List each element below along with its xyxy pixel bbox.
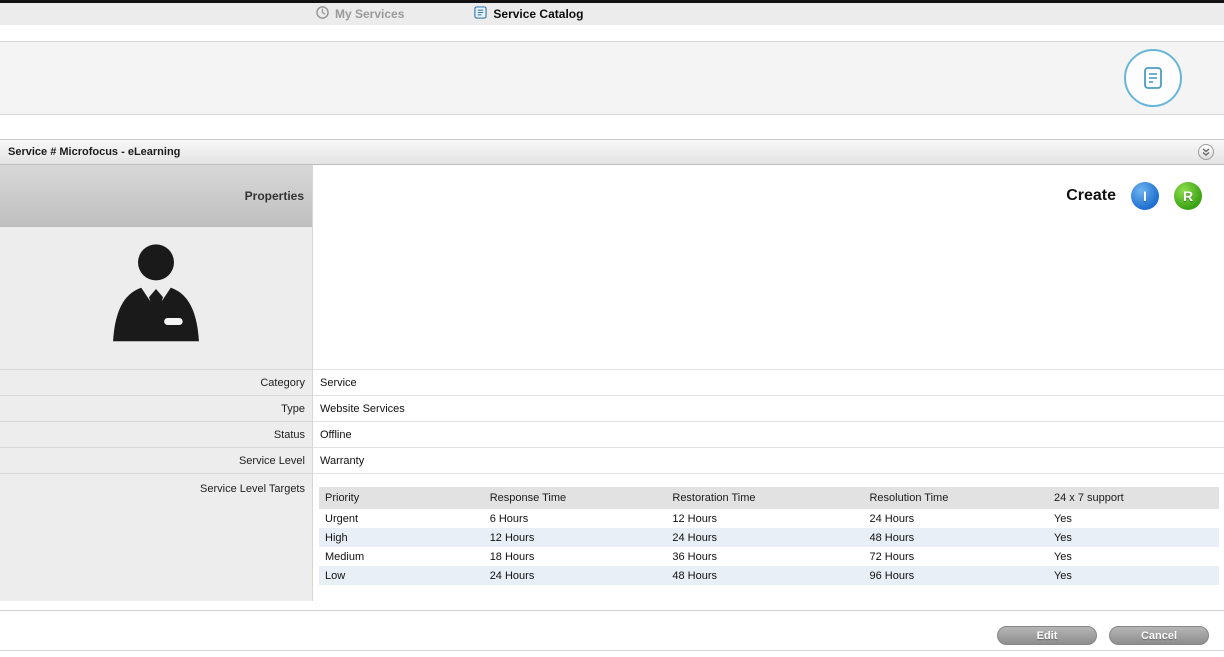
cell: Urgent <box>319 509 484 528</box>
field-label: Category <box>0 369 313 395</box>
col-resolution-time: Resolution Time <box>863 487 1048 509</box>
cell: 24 Hours <box>666 528 863 547</box>
service-section-header: Service # Microfocus - eLearning <box>0 139 1224 165</box>
table-row: Medium 18 Hours 36 Hours 72 Hours Yes <box>319 547 1219 566</box>
field-label: Type <box>0 395 313 421</box>
sla-targets-table: Priority Response Time Restoration Time … <box>319 487 1219 585</box>
collapse-section-button[interactable] <box>1198 144 1214 160</box>
cell: 18 Hours <box>484 547 667 566</box>
cell: Yes <box>1048 566 1219 585</box>
cell: High <box>319 528 484 547</box>
page-title: Service # Microfocus - eLearning <box>8 146 180 158</box>
create-area: Create I R <box>313 165 1224 227</box>
tab-service-catalog-label: Service Catalog <box>493 7 583 21</box>
cell: 24 Hours <box>863 509 1048 528</box>
bottom-divider <box>0 650 1224 651</box>
field-row-service-level: Service Level Warranty <box>0 447 1224 473</box>
tab-my-services-label: My Services <box>335 7 404 21</box>
field-value: Service <box>313 369 1224 395</box>
cancel-button[interactable]: Cancel <box>1109 626 1209 645</box>
col-response-time: Response Time <box>484 487 667 509</box>
field-label: Status <box>0 421 313 447</box>
service-details-page: My Services Service Catalog <box>0 0 1224 648</box>
edit-button[interactable]: Edit <box>997 626 1097 645</box>
targets-label: Service Level Targets <box>0 473 313 601</box>
col-priority: Priority <box>319 487 484 509</box>
service-level-targets-row: Service Level Targets Priority Response … <box>0 473 1224 601</box>
cell: 72 Hours <box>863 547 1048 566</box>
cell: Yes <box>1048 528 1219 547</box>
tab-service-catalog[interactable]: Service Catalog <box>474 6 583 22</box>
main-tab-bar: My Services Service Catalog <box>0 3 1224 25</box>
cell: 6 Hours <box>484 509 667 528</box>
table-row: Urgent 6 Hours 12 Hours 24 Hours Yes <box>319 509 1219 528</box>
table-header-row: Priority Response Time Restoration Time … <box>319 487 1219 509</box>
col-restoration-time: Restoration Time <box>666 487 863 509</box>
cell: 24 Hours <box>484 566 667 585</box>
field-label: Service Level <box>0 447 313 473</box>
cell: 48 Hours <box>666 566 863 585</box>
cell: 48 Hours <box>863 528 1048 547</box>
cell: 12 Hours <box>484 528 667 547</box>
field-value: Website Services <box>313 395 1224 421</box>
footer-buttons: Edit Cancel <box>997 626 1209 645</box>
properties-header-row: Properties Create I R <box>0 165 1224 227</box>
spacer <box>0 115 1224 139</box>
table-row: Low 24 Hours 48 Hours 96 Hours Yes <box>319 566 1219 585</box>
field-row-type: Type Website Services <box>0 395 1224 421</box>
field-row-status: Status Offline <box>0 421 1224 447</box>
properties-title: Properties <box>0 165 313 227</box>
cell: 96 Hours <box>863 566 1048 585</box>
targets-table-container: Priority Response Time Restoration Time … <box>313 473 1224 601</box>
cell: Yes <box>1048 509 1219 528</box>
field-value: Offline <box>313 421 1224 447</box>
service-avatar <box>98 238 214 359</box>
tab-gap <box>0 25 1224 41</box>
service-catalog-circle-icon[interactable] <box>1124 49 1182 107</box>
service-avatar-cell <box>0 227 313 369</box>
cell: Medium <box>319 547 484 566</box>
cell: Low <box>319 566 484 585</box>
field-row-category: Category Service <box>0 369 1224 395</box>
catalog-icon <box>474 6 487 22</box>
avatar-row <box>0 227 1224 369</box>
table-row: High 12 Hours 24 Hours 48 Hours Yes <box>319 528 1219 547</box>
tab-my-services[interactable]: My Services <box>316 6 404 22</box>
create-label: Create <box>1066 187 1116 205</box>
cell: Yes <box>1048 547 1219 566</box>
create-request-button[interactable]: R <box>1174 182 1202 210</box>
avatar-row-spacer <box>313 227 1224 369</box>
toolbar-band <box>0 41 1224 115</box>
cell: 12 Hours <box>666 509 863 528</box>
footer-divider <box>0 610 1224 611</box>
footer: Edit Cancel <box>0 610 1224 657</box>
col-24x7-support: 24 x 7 support <box>1048 487 1219 509</box>
create-incident-button[interactable]: I <box>1131 182 1159 210</box>
clock-icon <box>316 6 329 22</box>
field-value: Warranty <box>313 447 1224 473</box>
cell: 36 Hours <box>666 547 863 566</box>
